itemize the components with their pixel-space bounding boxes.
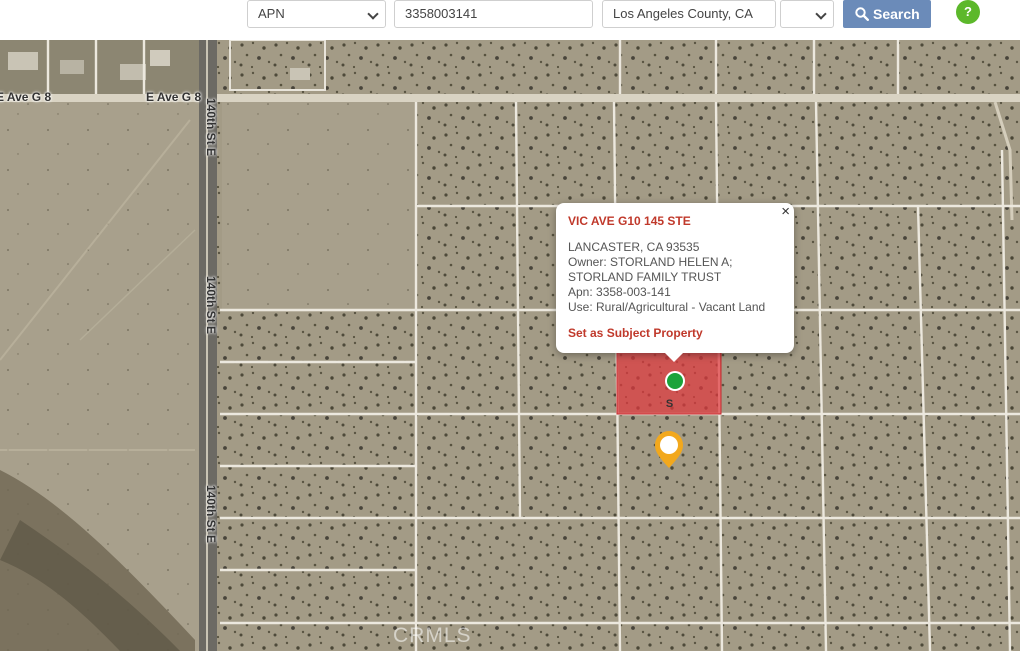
search-button[interactable]: Search (843, 0, 931, 28)
open-field (222, 102, 416, 312)
county-input[interactable]: Los Angeles County, CA (602, 0, 776, 28)
location-dot-icon[interactable] (665, 371, 685, 391)
close-icon[interactable]: × (781, 203, 790, 220)
search-icon (855, 7, 870, 22)
road-label-140th: 140th St E (204, 98, 218, 157)
set-subject-property-link[interactable]: Set as Subject Property (568, 326, 782, 340)
watermark: CRMLS (393, 624, 472, 647)
subject-marker-label: S (665, 398, 674, 410)
road-label-140th: 140th St E (204, 276, 218, 335)
popup-title: VIC AVE G10 145 STE (568, 214, 691, 228)
question-icon[interactable]: ? (956, 0, 980, 24)
search-input-value: 3358003141 (405, 6, 478, 21)
popup-owner-line2: STORLAND FAMILY TRUST (568, 270, 722, 284)
chevron-down-icon (367, 8, 379, 20)
map-canvas[interactable]: E Ave G 8 E Ave G 8 140th St E 140th St … (0, 40, 1020, 651)
road-label-ave-g8: E Ave G 8 (0, 90, 52, 104)
satellite-map (0, 40, 1020, 651)
search-toolbar: APN 3358003141 Los Angeles County, CA Se… (0, 0, 1020, 41)
chevron-down-icon (815, 8, 827, 20)
property-popup: × VIC AVE G10 145 STE LANCASTER, CA 9353… (556, 203, 794, 362)
search-input[interactable]: 3358003141 (394, 0, 593, 28)
search-button-label: Search (873, 6, 920, 22)
search-type-select[interactable]: APN (247, 0, 386, 28)
search-type-value: APN (258, 6, 285, 21)
popup-city: LANCASTER, CA 93535 (568, 240, 700, 254)
popup-owner-line1: Owner: STORLAND HELEN A; (568, 255, 733, 269)
popup-use: Use: Rural/Agricultural - Vacant Land (568, 300, 766, 314)
extra-select[interactable] (780, 0, 834, 28)
popup-apn: Apn: 3358-003-141 (568, 285, 671, 299)
county-input-value: Los Angeles County, CA (613, 6, 753, 21)
road-label-140th: 140th St E (204, 485, 218, 544)
road-label-ave-g8: E Ave G 8 (146, 90, 202, 104)
